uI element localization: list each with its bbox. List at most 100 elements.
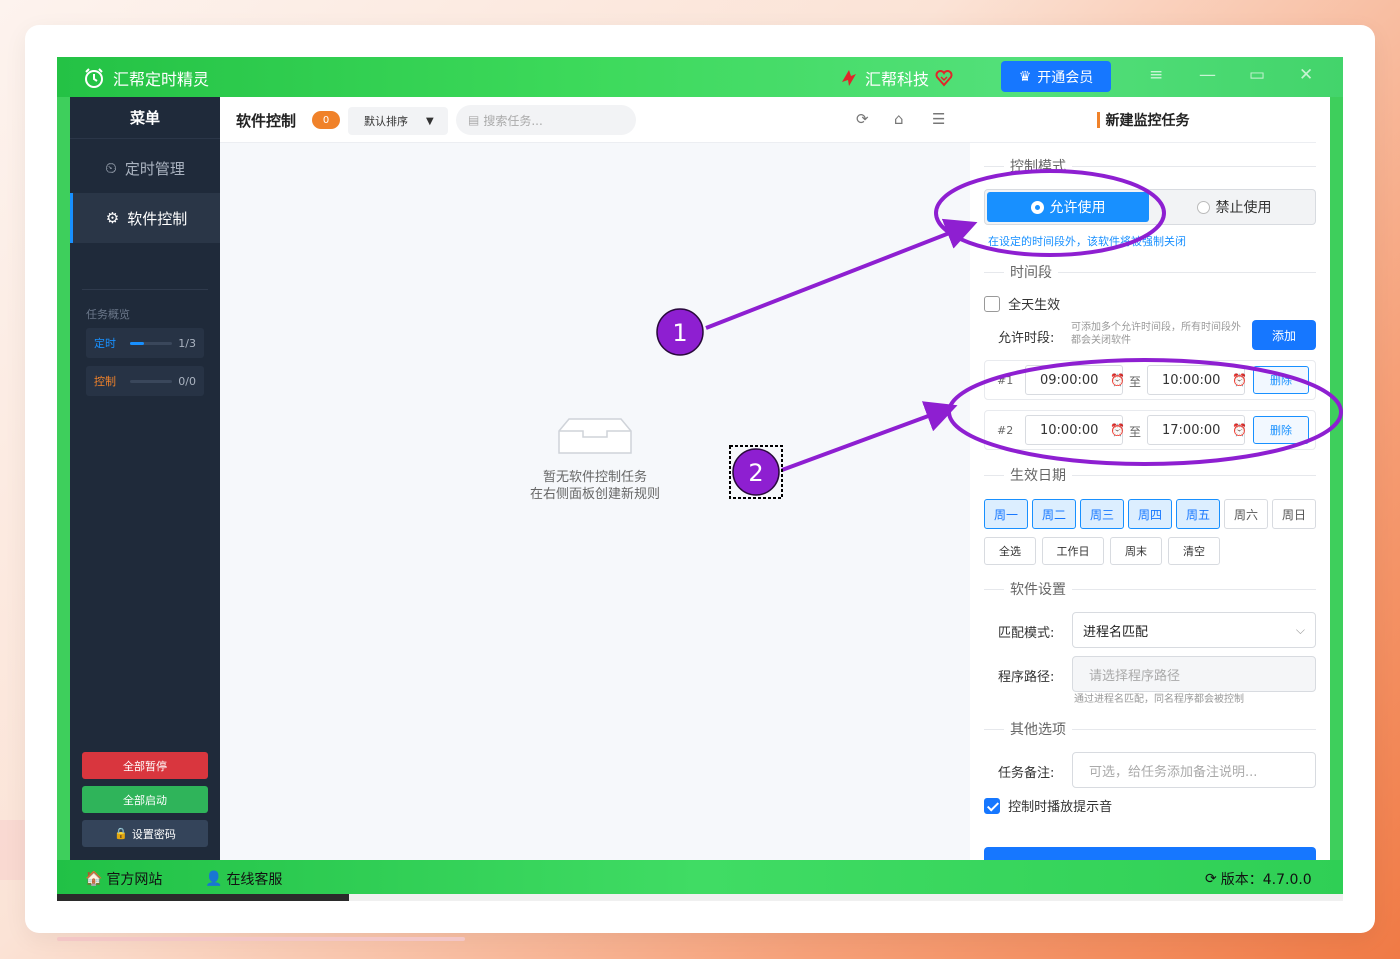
crown-icon: ♛ [1018, 68, 1032, 85]
day-label: 周六 [1233, 507, 1258, 522]
day-label: 周四 [1137, 507, 1162, 522]
overview-label: 定时 [94, 337, 116, 350]
close-icon[interactable]: ✕ [1299, 65, 1313, 85]
underlying-window-strip [57, 894, 1343, 901]
version-info: ⟳ 版本：4.7.0.0 [1205, 869, 1312, 889]
weekend-button[interactable]: 周末 [1110, 537, 1162, 565]
all-day-checkbox-row[interactable]: 全天生效 [984, 294, 1060, 313]
period-end-input[interactable]: 10:00:00 ⏰ [1147, 365, 1247, 395]
alarm-icon: ⏰ [1110, 373, 1126, 387]
open-vip-button[interactable]: ♛ 开通会员 [1001, 61, 1111, 92]
content-toolbar: 软件控制 0 默认排序 ▼ ▤ 搜索任务... ⟳ ⌂ ☰ [220, 97, 970, 143]
day-button[interactable]: 周二 [1032, 499, 1076, 529]
create-task-button[interactable] [984, 847, 1316, 861]
online-service-link[interactable]: 👤 在线客服 [205, 869, 282, 889]
search-input[interactable]: ▤ 搜索任务... [456, 105, 636, 135]
overview-progress [130, 379, 173, 383]
online-service-label: 在线客服 [226, 872, 283, 888]
allowed-period-label: 允许时段: [998, 331, 1055, 346]
radio-icon [1196, 200, 1210, 214]
mode-allow-option[interactable]: 允许使用 [987, 192, 1149, 222]
quick-label: 周末 [1125, 545, 1147, 558]
delete-period-button[interactable]: 删除 [1253, 366, 1309, 394]
day-button[interactable]: 周五 [1176, 499, 1220, 529]
quick-label: 清空 [1183, 545, 1205, 558]
start-all-label: 全部启动 [123, 793, 167, 807]
empty-line-1: 暂无软件控制任务 [542, 470, 647, 485]
match-mode-select[interactable]: 进程名匹配 ⌵ [1072, 612, 1316, 648]
set-password-button[interactable]: 🔒 设置密码 [82, 820, 208, 847]
chevron-down-icon: ▼ [426, 115, 434, 127]
period-start-input[interactable]: 10:00:00 ⏰ [1025, 415, 1125, 445]
period-start-value: 09:00:00 [1040, 372, 1099, 388]
brand-logo-icon [842, 70, 856, 86]
sort-dropdown[interactable]: 默认排序 ▼ [348, 107, 448, 135]
card-progress-bar [57, 937, 465, 941]
page-title: 软件控制 [236, 112, 297, 130]
day-button[interactable]: 周三 [1080, 499, 1124, 529]
pause-all-button[interactable]: 全部暂停 [82, 752, 208, 779]
overview-timer-row: 定时 1/3 [86, 328, 204, 358]
all-day-checkbox[interactable] [984, 295, 1000, 312]
section-days: 生效日期 [984, 465, 1316, 485]
clear-days-button[interactable]: 清空 [1168, 537, 1220, 565]
period-to-label: 至 [1129, 425, 1142, 439]
refresh-icon[interactable]: ⟳ [856, 110, 869, 128]
sound-checkbox-row[interactable]: 控制时播放提示音 [984, 796, 1112, 815]
day-label: 周日 [1281, 507, 1306, 522]
minimize-icon[interactable]: — [1199, 65, 1216, 85]
delete-period-button[interactable]: 删除 [1253, 416, 1309, 444]
alarm-clock-icon [85, 68, 103, 88]
list-icon[interactable]: ☰ [932, 110, 945, 128]
day-button[interactable]: 周一 [984, 499, 1028, 529]
task-note-input[interactable]: 可选，给任务添加备注说明... [1072, 752, 1316, 788]
gear-icon: ⚙ [105, 209, 120, 227]
add-period-label: 添加 [1271, 328, 1296, 343]
day-label: 周二 [1041, 507, 1066, 522]
chevron-down-icon: ⌵ [1295, 622, 1305, 637]
menu-icon[interactable]: ≡ [1149, 65, 1163, 85]
select-all-days-button[interactable]: 全选 [984, 537, 1036, 565]
section-software: 软件设置 [984, 579, 1316, 599]
day-button[interactable]: 周日 [1272, 499, 1316, 529]
section-label: 控制模式 [1004, 156, 1072, 176]
sort-label: 默认排序 [364, 115, 408, 128]
mode-hint: 在设定的时间段外，该软件将被强制关闭 [988, 235, 1186, 248]
period-end-value: 10:00:00 [1162, 372, 1221, 388]
day-button[interactable]: 周六 [1224, 499, 1268, 529]
period-row-1: #1 09:00:00 ⏰ 至 10:00:00 ⏰ 删除 [984, 360, 1316, 400]
heart-icon [935, 70, 953, 87]
program-path-input[interactable]: 请选择程序路径 [1072, 656, 1316, 692]
overview-progress-fill [130, 341, 144, 345]
search-icon: ▤ [468, 113, 480, 127]
task-note-placeholder: 可选，给任务添加备注说明... [1089, 764, 1258, 780]
workdays-button[interactable]: 工作日 [1042, 537, 1104, 565]
mode-forbid-label: 禁止使用 [1215, 200, 1272, 216]
sound-checkbox[interactable] [984, 797, 1000, 814]
title-bar: 汇帮定时精灵 汇帮科技 ♛ 开通会员 ≡ — ▭ ✕ [57, 57, 1343, 97]
start-all-button[interactable]: 全部启动 [82, 786, 208, 813]
sidebar-item-timer[interactable]: ⏲ 定时管理 [70, 143, 220, 193]
panel-title: 新建监控任务 [970, 97, 1316, 143]
section-other: 其他选项 [984, 719, 1316, 739]
period-end-input[interactable]: 17:00:00 ⏰ [1147, 415, 1247, 445]
maximize-icon[interactable]: ▭ [1249, 65, 1265, 85]
quick-label: 工作日 [1056, 545, 1090, 558]
mode-forbid-option[interactable]: 禁止使用 [1151, 190, 1315, 224]
period-number: #2 [997, 424, 1014, 437]
period-start-input[interactable]: 09:00:00 ⏰ [1025, 365, 1126, 395]
period-end-value: 17:00:00 [1162, 422, 1221, 438]
add-period-button[interactable]: 添加 [1252, 320, 1316, 350]
clear-icon[interactable]: ⌂ [894, 110, 904, 128]
home-icon: 🏠 [85, 871, 103, 887]
period-start-value: 10:00:00 [1040, 422, 1099, 438]
overview-value: 0/0 [178, 374, 196, 388]
sidebar-item-software-control[interactable]: ⚙ 软件控制 [70, 193, 220, 243]
day-button[interactable]: 周四 [1128, 499, 1172, 529]
section-label: 软件设置 [1004, 579, 1072, 599]
official-website-link[interactable]: 🏠 官方网站 [85, 869, 162, 889]
set-password-label: 设置密码 [131, 827, 176, 841]
lock-icon: 🔒 [114, 827, 128, 840]
all-day-label: 全天生效 [1008, 298, 1061, 313]
sidebar-item-label: 软件控制 [127, 209, 188, 228]
